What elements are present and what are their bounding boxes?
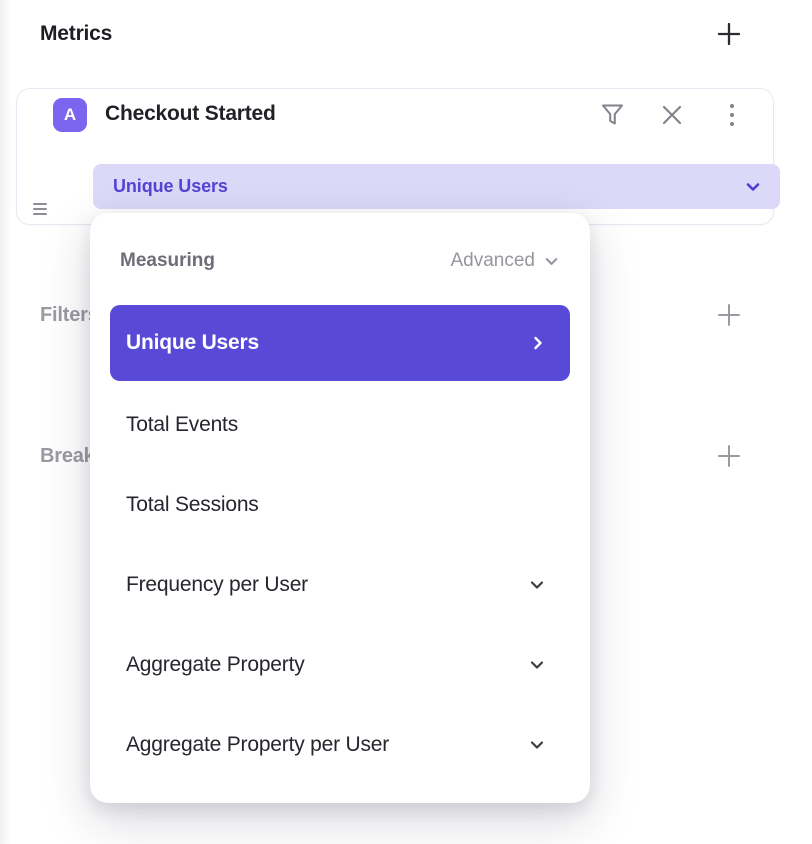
funnel-icon (599, 101, 626, 129)
metric-letter-badge: A (53, 98, 87, 132)
menu-item-total-sessions[interactable]: Total Sessions (110, 465, 570, 545)
menu-item-aggregate-property[interactable]: Aggregate Property (110, 625, 570, 705)
more-options-button[interactable] (717, 98, 747, 132)
page-title: Metrics (40, 22, 112, 46)
left-scroll-shadow (0, 0, 12, 844)
metrics-panel: Metrics Filters Breakdown A Checkout Sta… (0, 0, 812, 844)
chevron-down-icon (744, 178, 762, 196)
measuring-dropdown: Measuring Advanced Unique Users Total Ev… (90, 213, 590, 803)
kebab-menu-icon (730, 104, 734, 126)
plus-icon (716, 302, 742, 328)
menu-item-total-events[interactable]: Total Events (110, 385, 570, 465)
plus-icon (716, 443, 742, 469)
remove-metric-button[interactable] (657, 98, 687, 132)
menu-item-aggregate-property-per-user[interactable]: Aggregate Property per User (110, 705, 570, 785)
menu-item-frequency-per-user[interactable]: Frequency per User (110, 545, 570, 625)
filter-event-button[interactable] (597, 98, 627, 132)
measurement-selector[interactable]: Unique Users (93, 164, 780, 209)
metrics-header: Metrics (40, 18, 772, 50)
menu-item-unique-users[interactable]: Unique Users (110, 305, 570, 381)
advanced-mode-toggle[interactable]: Advanced (450, 250, 560, 272)
measuring-options-list: Unique Users Total Events Total Sessions… (110, 305, 570, 785)
plus-icon (716, 21, 742, 47)
event-name: Checkout Started (105, 102, 276, 126)
chevron-right-icon (530, 335, 546, 351)
chevron-down-icon (528, 576, 546, 594)
measurement-value: Unique Users (113, 176, 228, 197)
drag-handle-icon[interactable] (25, 194, 55, 224)
metric-card-checkout-started: A Checkout Started Unique Users (16, 88, 774, 225)
add-metric-button[interactable] (714, 19, 744, 49)
add-breakdown-button[interactable] (714, 441, 744, 471)
close-icon (660, 103, 684, 127)
advanced-mode-label: Advanced (450, 250, 535, 272)
measuring-label: Measuring (120, 250, 215, 272)
chevron-down-icon (543, 253, 560, 270)
chevron-down-icon (528, 736, 546, 754)
chevron-down-icon (528, 656, 546, 674)
add-filter-button[interactable] (714, 300, 744, 330)
